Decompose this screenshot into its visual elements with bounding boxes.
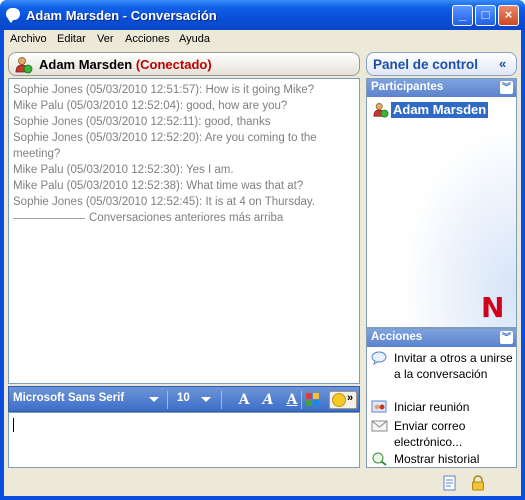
window-client: Archivo Editar Ver Acciones Ayuda Adam M… [4,30,521,496]
divider-rule [13,217,85,219]
contact-status: (Conectado) [135,57,212,72]
text-caret [13,418,14,432]
font-family-select[interactable]: Microsoft Sans Serif [13,392,124,404]
contact-name: Adam Marsden [39,57,133,72]
action-start-meeting[interactable]: Iniciar reunión [371,399,516,416]
menu-ver[interactable]: Ver [97,33,114,45]
chat-message: Mike Palu (05/03/2010 12:52:38): What ti… [13,180,304,192]
older-conversations-label: Conversaciones anteriores más arriba [89,212,284,224]
window-title: Adam Marsden - Conversación [26,8,217,23]
chat-message: Mike Palu (05/03/2010 12:52:30): Yes I a… [13,164,234,176]
menu-archivo[interactable]: Archivo [10,33,47,45]
contact-online-icon [373,102,389,118]
action-send-email[interactable]: Enviar correo electrónico... [371,418,516,450]
italic-button[interactable]: A [259,391,277,409]
font-size-select[interactable]: 10 [177,392,190,404]
chat-message: Sophie Jones (05/03/2010 12:52:11): good… [13,116,271,128]
toolbar-separator [167,391,168,409]
action-label: Enviar correo electrónico... [394,419,466,449]
participants-header-label: Participantes [371,81,444,93]
conversation-window: Adam Marsden - Conversación _ □ × Archiv… [0,0,525,500]
chat-message: Sophie Jones (05/03/2010 12:52:45): It i… [13,196,315,208]
maximize-button[interactable]: □ [475,5,496,26]
chat-message: Mike Palu (05/03/2010 12:52:04): good, h… [13,100,288,112]
participants-section-header[interactable]: Participantes ︾ [367,79,516,97]
history-icon [372,452,387,466]
invite-icon [371,351,387,365]
format-toolbar: Microsoft Sans Serif 10 A A A » [8,386,360,412]
toolbar-separator [301,391,302,409]
chat-bubble-icon [6,8,20,23]
actions-pane: Acciones ︾ Invitar a otros a unirse a la… [366,328,517,468]
collapse-section-icon[interactable]: ︾ [500,331,513,344]
chat-message: Sophie Jones (05/03/2010 12:52:20): Are … [13,132,317,160]
status-bar [4,472,521,496]
control-panel-header[interactable]: Panel de control « [366,52,517,76]
emoticon-button[interactable]: » [329,391,357,409]
lock-icon[interactable] [470,475,486,491]
action-label: Iniciar reunión [394,400,470,414]
participants-pane: Participantes ︾ Adam Marsden N [366,78,517,328]
action-show-history[interactable]: Mostrar historial [371,451,516,468]
toolbar-separator [221,391,222,409]
chat-history[interactable]: Sophie Jones (05/03/2010 12:51:57): How … [8,78,360,384]
history-log-icon[interactable] [442,475,458,491]
control-panel-title: Panel de control [373,57,479,72]
text-color-icon[interactable] [306,393,320,407]
conversation-header: Adam Marsden (Conectado) [8,52,360,76]
chevron-down-icon[interactable] [149,397,159,402]
message-input[interactable] [8,412,360,468]
menu-bar: Archivo Editar Ver Acciones Ayuda [4,30,521,49]
collapse-panel-icon[interactable]: « [499,56,506,71]
actions-section-header[interactable]: Acciones ︾ [367,329,516,347]
email-icon [371,420,388,432]
bold-button[interactable]: A [235,391,253,409]
action-label: Mostrar historial [394,452,480,466]
collapse-section-icon[interactable]: ︾ [500,81,513,94]
menu-acciones[interactable]: Acciones [125,33,170,45]
meeting-icon [371,400,387,413]
menu-ayuda[interactable]: Ayuda [179,33,210,45]
action-invite[interactable]: Invitar a otros a unirse a la conversaci… [371,350,516,398]
contact-online-icon [15,57,33,74]
contact-name-label: Adam Marsden (Conectado) [39,57,212,72]
participant-name: Adam Marsden [391,102,489,118]
actions-header-label: Acciones [371,331,423,343]
close-button[interactable]: × [498,5,519,26]
menu-editar[interactable]: Editar [57,33,86,45]
chevron-down-icon[interactable] [201,397,211,402]
chat-message: Sophie Jones (05/03/2010 12:51:57): How … [13,84,315,96]
older-conversations-divider: Conversaciones anteriores más arriba [13,210,355,226]
novell-logo-icon: N [481,291,505,324]
smiley-icon [332,393,346,407]
action-label: Invitar a otros a unirse a la conversaci… [394,351,513,381]
underline-button[interactable]: A [283,391,301,409]
more-options-icon: » [347,392,354,404]
minimize-button[interactable]: _ [452,5,473,26]
title-bar[interactable]: Adam Marsden - Conversación _ □ × [0,0,525,30]
